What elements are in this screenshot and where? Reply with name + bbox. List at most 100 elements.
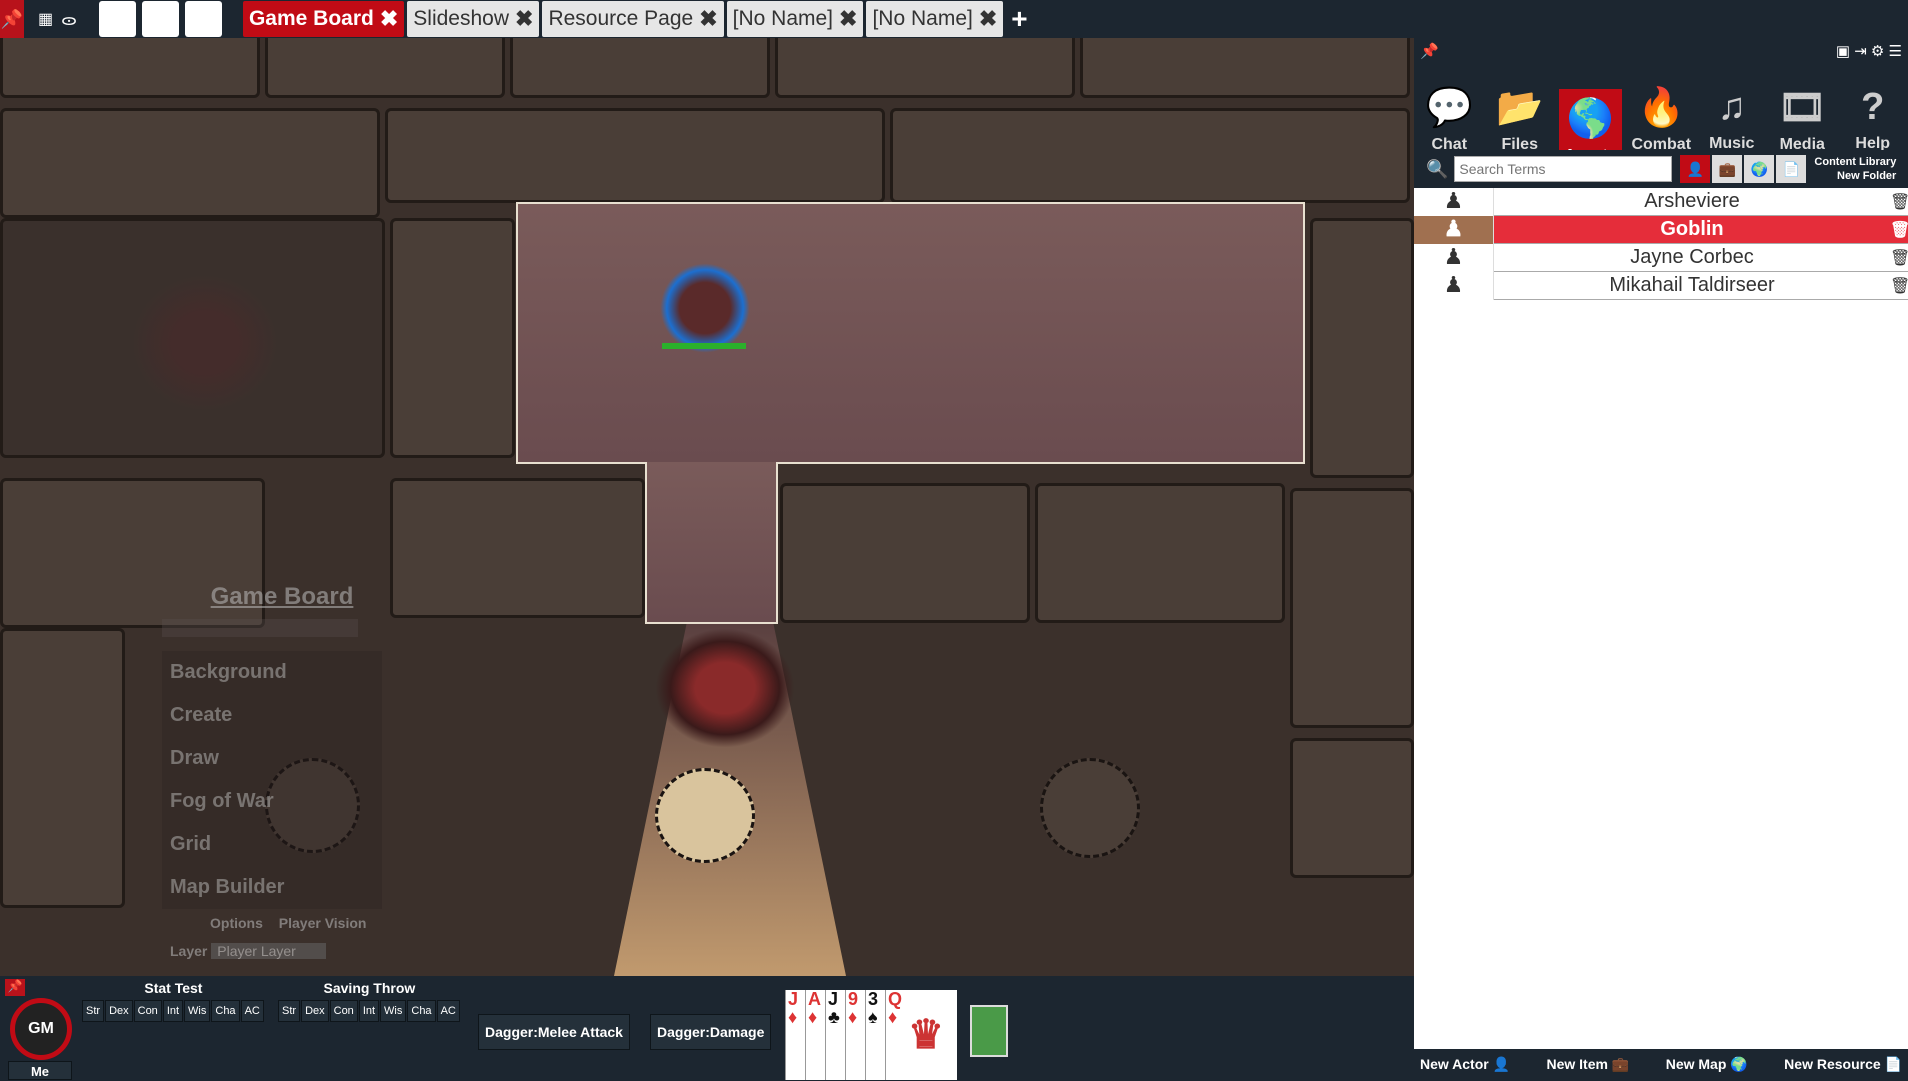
trash-icon[interactable]: 🗑 [1890,276,1908,296]
footer-new-resource-button[interactable]: New Resource 📄 [1784,1056,1902,1073]
zoom-slider[interactable] [162,619,358,637]
stat_test-button[interactable]: Dex [105,1000,133,1022]
search-input[interactable] [1454,156,1672,182]
blank-button[interactable] [99,1,136,37]
menu-item[interactable]: Fog of War [162,780,382,823]
card-deck[interactable] [970,1005,1008,1057]
playing-card[interactable]: Q♦♛ [885,990,957,1080]
spider-token[interactable] [655,628,795,748]
trash-icon[interactable]: 🗑 [1890,248,1908,268]
globe-icon: 🌎 [1567,97,1614,141]
actor-filter-button[interactable]: 👤 [1680,155,1710,183]
tab-2[interactable]: Resource Page✖ [542,1,723,37]
melee-attack-button[interactable]: Dagger:Melee Attack [478,1014,630,1050]
resource-filter-button[interactable]: 📄 [1776,155,1806,183]
spider-token[interactable] [125,268,285,418]
footer-new-map-button[interactable]: New Map 🌍 [1666,1056,1748,1073]
pin-icon[interactable]: 📌 [0,0,24,38]
card-suit: ♦ [788,1008,805,1026]
pin-icon[interactable]: 📌 [1420,42,1439,60]
blank-button[interactable] [142,1,179,37]
pin-icon[interactable]: 📌 [5,979,25,996]
stat_test-button[interactable]: Int [163,1000,183,1022]
stat_test-button[interactable]: Con [134,1000,162,1022]
asset-thumbnail: ♟ [1414,272,1494,300]
new-folder-link[interactable]: New Folder [1814,169,1896,183]
tab-label: [No Name] [872,7,972,31]
health-bar [662,343,746,349]
saving_throw-button[interactable]: Int [359,1000,379,1022]
playing-card[interactable]: 9♦ [845,990,865,1080]
menu-item[interactable]: Background [162,651,382,694]
list-item[interactable]: ♟Arsheviere🗑 [1414,188,1908,216]
avatar[interactable]: GM [10,998,72,1060]
top-bar: 📌 ▦ ᯣ Game Board✖Slideshow✖Resource Page… [0,0,1414,38]
stat_test-button[interactable]: Wis [184,1000,210,1022]
stat_test-button[interactable]: AC [241,1000,264,1022]
saving_throw-button[interactable]: Cha [407,1000,435,1022]
asset-thumbnail: ♟ [1414,216,1494,244]
window-controls[interactable]: ▣ ⇥ ⚙ ☰ [1836,42,1902,60]
binoculars-icon[interactable]: ᯣ [61,8,77,30]
content-library-link[interactable]: Content Library [1814,155,1896,169]
tab-label: [No Name] [733,7,833,31]
saving_throw-button[interactable]: Wis [380,1000,406,1022]
add-tab-button[interactable]: + [1011,3,1027,35]
asset-name: Jayne Corbec [1494,246,1890,269]
tab-4[interactable]: [No Name] ✖ [866,1,1003,37]
stat-test-group: Stat TestStrDexConIntWisChaAC [82,980,265,1022]
player-vision-button[interactable]: Player Vision [279,915,367,931]
options-button[interactable]: Options [210,915,263,931]
list-item[interactable]: ♟Mikahail Taldirseer🗑 [1414,272,1908,300]
menu-item[interactable]: Map Builder [162,866,382,909]
card-rank: J [788,990,805,1008]
close-icon[interactable]: ✖ [380,6,398,32]
tab-label: Game Board [249,7,374,31]
layer-select[interactable]: Player Layer [211,943,326,959]
calendar-icon[interactable]: ▦ [38,9,53,29]
close-icon[interactable]: ✖ [515,6,533,32]
pit [1040,758,1140,858]
close-icon[interactable]: ✖ [839,6,857,32]
close-icon[interactable]: ✖ [699,6,717,32]
card-rank: A [808,990,825,1008]
folder-icon: 📂 [1496,86,1543,130]
menu-item[interactable]: Grid [162,823,382,866]
asset-name: Goblin [1494,218,1890,241]
trash-icon[interactable]: 🗑 [1890,192,1908,212]
tab-3[interactable]: [No Name]✖ [727,1,864,37]
footer-new-item-button[interactable]: New Item 💼 [1546,1056,1629,1073]
close-icon[interactable]: ✖ [979,6,997,32]
saving_throw-button[interactable]: Dex [301,1000,329,1022]
tab-1[interactable]: Slideshow✖ [407,1,539,37]
saving_throw-button[interactable]: Con [330,1000,358,1022]
tab-0[interactable]: Game Board✖ [243,1,404,37]
footer-new-actor-button[interactable]: New Actor 👤 [1420,1056,1510,1073]
menu-item[interactable]: Draw [162,737,382,780]
character-token[interactable] [660,263,750,353]
blank-button[interactable] [185,1,222,37]
tab-label: Slideshow [413,7,509,31]
stat_test-button[interactable]: Cha [211,1000,239,1022]
footer-label: New Item [1546,1056,1607,1072]
damage-button[interactable]: Dagger:Damage [650,1014,771,1050]
list-item[interactable]: ♟Goblin🗑 [1414,216,1908,244]
item-filter-button[interactable]: 💼 [1712,155,1742,183]
map-filter-button[interactable]: 🌍 [1744,155,1774,183]
playing-card[interactable]: J♣ [825,990,845,1080]
playing-card[interactable]: J♦ [785,990,805,1080]
list-item[interactable]: ♟Jayne Corbec🗑 [1414,244,1908,272]
saving_throw-button[interactable]: AC [437,1000,460,1022]
game-board-canvas[interactable]: Game Board BackgroundCreateDrawFog of Wa… [0,38,1414,976]
saving_throw-button[interactable]: Str [278,1000,300,1022]
playing-card[interactable]: 3♠ [865,990,885,1080]
stat_test-button[interactable]: Str [82,1000,104,1022]
game-board-menu: Game Board BackgroundCreateDrawFog of Wa… [162,583,382,965]
menu-item[interactable]: Create [162,694,382,737]
chat-icon: 💬 [1426,86,1473,130]
playing-card[interactable]: A♦ [805,990,825,1080]
me-label[interactable]: Me [8,1061,72,1080]
trash-icon[interactable]: 🗑 [1890,220,1908,240]
lit-room [516,202,1305,464]
game-board-title[interactable]: Game Board [182,583,382,611]
